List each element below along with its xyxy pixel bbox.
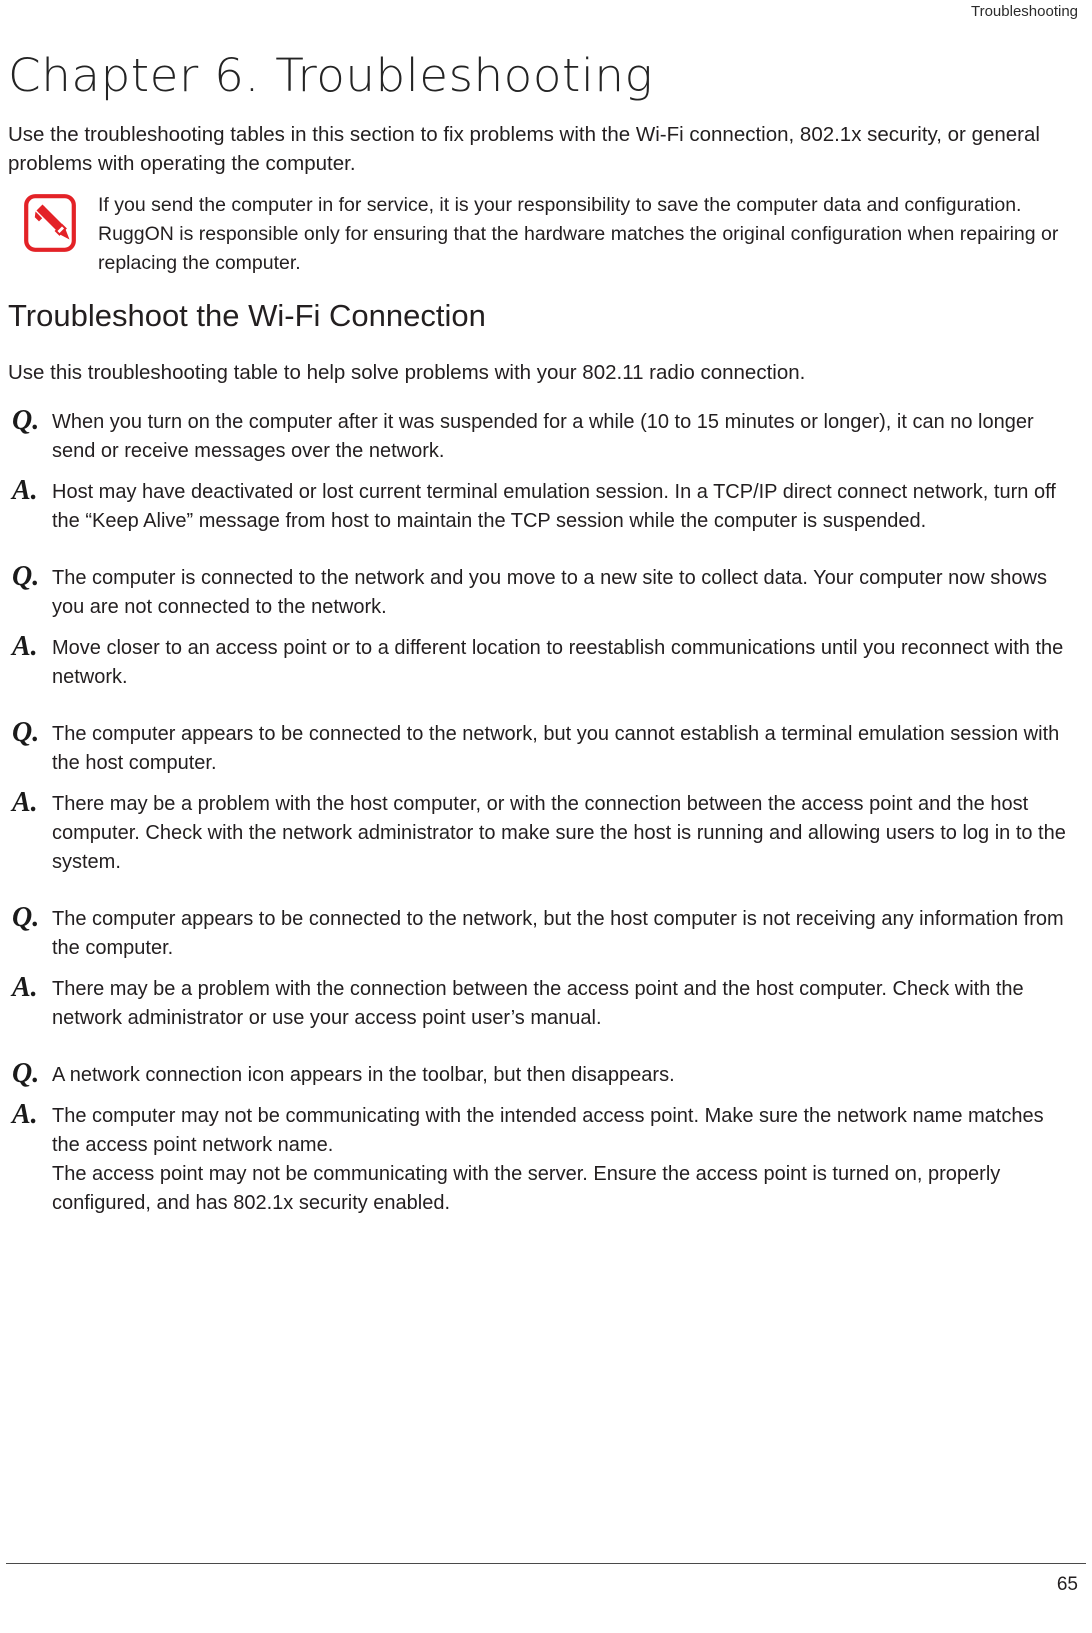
answer-text-line-1: The computer may not be communicating wi…	[52, 1105, 1044, 1156]
document-page: Troubleshooting Chapter 6. Troubleshooti…	[0, 0, 1092, 1633]
question-row: Q. A network connection icon appears in …	[8, 1059, 1072, 1090]
page-number: 65	[1056, 1574, 1078, 1595]
question-marker: Q.	[12, 1058, 40, 1089]
section-heading: Troubleshoot the Wi-Fi Connection	[8, 298, 486, 333]
qa-group: Q. A network connection icon appears in …	[8, 1059, 1072, 1218]
answer-text: There may be a problem with the connecti…	[52, 978, 1024, 1029]
section-lead-paragraph: Use this troubleshooting table to help s…	[8, 361, 806, 384]
question-row: Q. The computer is connected to the netw…	[8, 562, 1072, 622]
question-text: A network connection icon appears in the…	[52, 1064, 675, 1086]
question-text: The computer appears to be connected to …	[52, 723, 1060, 774]
running-header: Troubleshooting	[970, 3, 1078, 20]
answer-marker: A.	[12, 787, 38, 818]
page-title: Chapter 6. Troubleshooting	[8, 49, 654, 102]
answer-marker: A.	[12, 972, 38, 1003]
question-text: The computer appears to be connected to …	[52, 908, 1064, 959]
answer-text: The computer may not be communicating wi…	[52, 1100, 1072, 1218]
answer-marker: A.	[12, 1099, 38, 1130]
answer-marker: A.	[12, 475, 38, 506]
pencil-note-icon	[24, 194, 76, 252]
answer-row: A. There may be a problem with the conne…	[8, 973, 1072, 1033]
question-marker: Q.	[12, 405, 40, 436]
answer-text-line-2: The access point may not be communicatin…	[52, 1163, 1001, 1214]
intro-paragraph: Use the troubleshooting tables in this s…	[8, 123, 1040, 175]
answer-text: Move closer to an access point or to a d…	[52, 637, 1064, 688]
qa-group: Q. The computer appears to be connected …	[8, 903, 1072, 1033]
page-content: Chapter 6. Troubleshooting Use the troub…	[8, 48, 1072, 1244]
answer-text: There may be a problem with the host com…	[52, 793, 1066, 873]
answer-text: Host may have deactivated or lost curren…	[52, 481, 1056, 532]
qa-group: Q. The computer is connected to the netw…	[8, 562, 1072, 692]
question-row: Q. The computer appears to be connected …	[8, 718, 1072, 778]
question-text: When you turn on the computer after it w…	[52, 411, 1034, 462]
question-text: The computer is connected to the network…	[52, 567, 1047, 618]
answer-row: A. Move closer to an access point or to …	[8, 632, 1072, 692]
question-marker: Q.	[12, 717, 40, 748]
question-row: Q. When you turn on the computer after i…	[8, 406, 1072, 466]
qa-group: Q. When you turn on the computer after i…	[8, 406, 1072, 536]
question-row: Q. The computer appears to be connected …	[8, 903, 1072, 963]
answer-row: A. Host may have deactivated or lost cur…	[8, 476, 1072, 536]
question-marker: Q.	[12, 902, 40, 933]
answer-marker: A.	[12, 631, 38, 662]
answer-row: A. The computer may not be communicating…	[8, 1100, 1072, 1218]
footer-divider	[6, 1563, 1086, 1564]
qa-group: Q. The computer appears to be connected …	[8, 718, 1072, 877]
note-callout: If you send the computer in for service,…	[8, 188, 1072, 278]
note-text: If you send the computer in for service,…	[98, 194, 1059, 274]
answer-row: A. There may be a problem with the host …	[8, 788, 1072, 877]
question-marker: Q.	[12, 561, 40, 592]
